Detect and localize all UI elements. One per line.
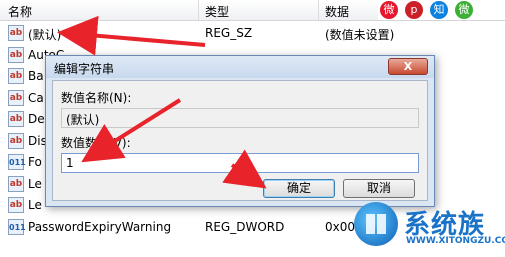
edit-string-dialog: 编辑字符串 X 数值名称(N): (默认) 数值数据(V): 1 确定 取消 — [45, 55, 435, 207]
value-data-input[interactable]: 1 — [61, 153, 419, 173]
column-separator[interactable] — [318, 0, 319, 20]
dialog-title: 编辑字符串 — [54, 62, 115, 76]
share-bar: 微 p 知 微 — [378, 0, 505, 20]
binary-value-icon: 011 — [8, 154, 26, 170]
value-name-field: (默认) — [61, 108, 419, 128]
wechat-icon[interactable]: 微 — [455, 1, 473, 19]
column-data[interactable]: 数据 — [325, 3, 349, 20]
value-name: Ba — [28, 69, 44, 83]
column-name[interactable]: 名称 — [8, 3, 32, 20]
weibo-icon[interactable]: 微 — [380, 1, 398, 19]
value-data-label: 数值数据(V): — [61, 136, 131, 150]
ok-button[interactable]: 确定 — [263, 179, 335, 198]
value-type: REG_SZ — [205, 26, 253, 40]
string-value-icon: ab — [8, 68, 24, 84]
dialog-titlebar[interactable]: 编辑字符串 X — [46, 56, 434, 78]
string-value-icon: ab — [8, 132, 24, 149]
column-type[interactable]: 类型 — [205, 3, 229, 20]
string-value-icon: ab — [8, 197, 24, 213]
value-name: De — [28, 112, 45, 126]
string-value-icon: ab — [8, 46, 24, 63]
watermark-url: WWW.XITONGZU.COM — [406, 236, 505, 246]
binary-value-icon: 011 — [8, 218, 26, 235]
value-type: REG_DWORD — [205, 219, 285, 234]
watermark: 系统族 WWW.XITONGZU.COM — [352, 198, 505, 257]
pinterest-icon[interactable]: p — [405, 1, 423, 19]
column-separator[interactable] — [198, 0, 199, 20]
value-data: (数值未设置) — [325, 28, 395, 42]
value-name: Dis — [28, 133, 47, 148]
zhihu-icon[interactable]: 知 — [430, 1, 448, 19]
value-name: Fo — [28, 155, 42, 169]
value-name-label: 数值名称(N): — [61, 91, 132, 105]
string-value-icon: ab — [8, 111, 24, 127]
cancel-button[interactable]: 取消 — [343, 179, 415, 198]
value-name: Le — [28, 176, 42, 191]
windows-logo-icon — [354, 202, 398, 246]
close-button[interactable]: X — [388, 58, 428, 75]
value-name: PasswordExpiryWarning — [28, 219, 172, 234]
string-value-icon: ab — [8, 175, 24, 192]
value-name: Le — [28, 198, 42, 212]
string-value-icon: ab — [8, 25, 24, 41]
dialog-body: 数值名称(N): (默认) 数值数据(V): 1 确定 取消 — [52, 80, 428, 201]
value-name: Ca — [28, 90, 44, 105]
value-name: (默认) — [28, 28, 62, 42]
table-row[interactable]: ab (默认) REG_SZ (数值未设置) — [0, 22, 505, 44]
string-value-icon: ab — [8, 89, 24, 106]
